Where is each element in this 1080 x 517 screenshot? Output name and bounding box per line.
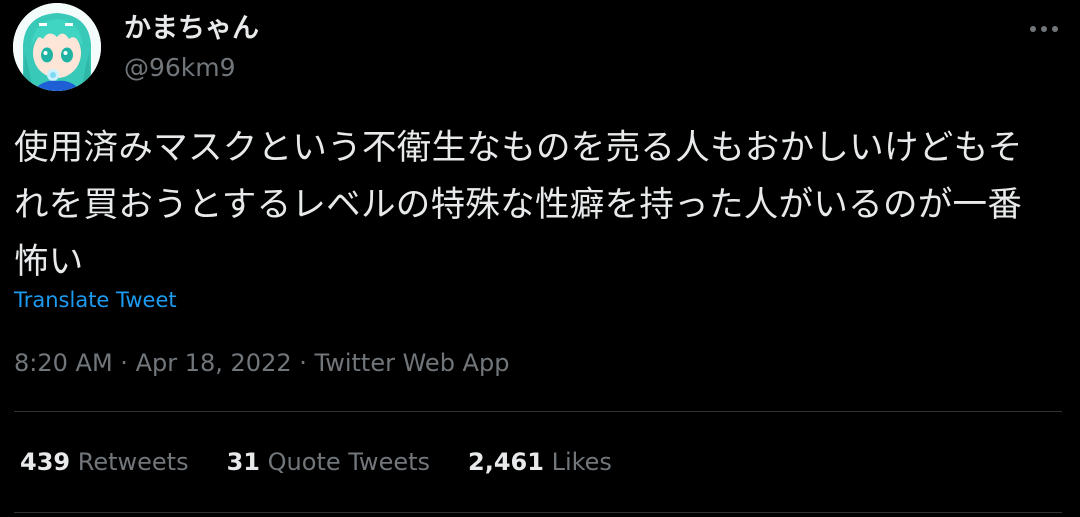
tweet-stats: 439 Retweets 31 Quote Tweets 2,461 Likes [20,446,612,478]
divider-bottom [14,512,1062,513]
meta-separator: · [299,349,307,377]
quote-tweets-count: 31 [226,448,261,476]
more-dots-icon [1030,26,1058,32]
author-display-name[interactable]: かまちゃん [124,12,259,46]
tweet-time[interactable]: 8:20 AM [14,349,113,377]
avatar[interactable] [13,3,101,91]
likes-stat[interactable]: 2,461 Likes [468,446,612,478]
tweet-date[interactable]: Apr 18, 2022 [136,349,292,377]
retweets-label: Retweets [77,448,189,476]
tweet-metadata: 8:20 AM · Apr 18, 2022 · Twitter Web App [14,347,509,379]
quote-tweets-stat[interactable]: 31 Quote Tweets [227,446,430,478]
tweet-text: 使用済みマスクという不衛生なものを売る人もおかしいけどもそれを買おうとするレベル… [14,128,1023,282]
divider-top [14,411,1062,412]
tweet-card: かまちゃん @96km9 使用済みマスクという不衛生なものを売る人もおかしいけど… [0,0,1080,517]
quote-tweets-label: Quote Tweets [267,448,431,476]
retweets-stat[interactable]: 439 Retweets [20,446,189,478]
likes-count: 2,461 [468,448,544,476]
retweets-count: 439 [20,448,71,476]
author-handle[interactable]: @96km9 [124,52,236,84]
likes-label: Likes [551,448,612,476]
more-options-button[interactable] [1024,14,1064,44]
tweet-source[interactable]: Twitter Web App [315,349,510,377]
meta-separator: · [120,349,128,377]
avatar-image [13,3,101,91]
translate-tweet-link[interactable]: Translate Tweet [14,286,177,314]
